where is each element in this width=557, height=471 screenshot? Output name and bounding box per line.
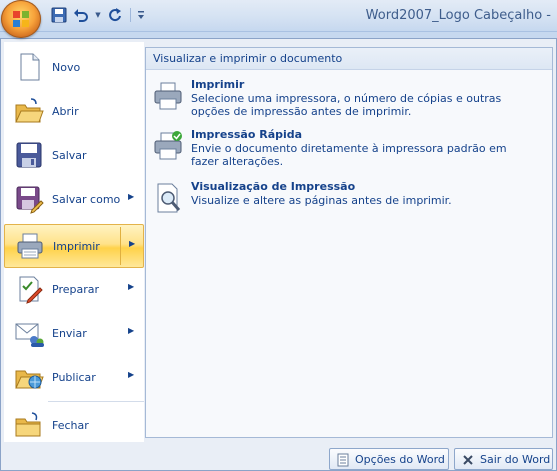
printer-icon <box>17 233 43 259</box>
menu-item-enviar[interactable]: Enviar ▶ <box>4 312 144 356</box>
office-logo-icon <box>13 11 29 27</box>
options-icon <box>337 453 349 467</box>
option-impressao-rapida[interactable]: Impressão Rápida Envie o documento diret… <box>146 128 552 172</box>
toolbar-separator <box>130 8 131 22</box>
save-icon <box>16 142 42 168</box>
menu-item-label: Salvar como <box>52 193 121 206</box>
title-bar: ▼ Word2007_Logo Cabeçalho - <box>0 0 557 32</box>
menu-separator <box>48 401 144 402</box>
word-options-label: Opções do Word <box>355 453 445 466</box>
window-title: Word2007_Logo Cabeçalho - <box>365 8 551 23</box>
menu-item-preparar[interactable]: Preparar ▶ <box>4 268 144 312</box>
send-icon <box>15 323 44 347</box>
menu-item-label: Abrir <box>52 105 79 118</box>
prepare-icon <box>19 276 43 304</box>
option-visualizacao-impressao[interactable]: Visualização de Impressão Visualize e al… <box>146 180 552 216</box>
option-description: Visualize e altere as páginas antes de i… <box>191 194 452 207</box>
submenu-arrow-icon: ▶ <box>128 326 135 335</box>
menu-item-imprimir[interactable]: Imprimir ▶ <box>4 224 144 268</box>
menu-item-label: Novo <box>52 61 81 74</box>
menu-item-novo[interactable]: Novo <box>4 46 144 90</box>
printer-icon <box>154 82 182 110</box>
undo-icon[interactable] <box>72 6 90 24</box>
open-folder-icon <box>15 98 44 123</box>
submenu-arrow-icon: ▶ <box>128 282 135 291</box>
menu-item-salvar[interactable]: Salvar <box>4 134 144 178</box>
menu-item-publicar[interactable]: Publicar ▶ <box>4 356 144 400</box>
exit-word-button[interactable]: Sair do Word <box>454 448 553 470</box>
close-icon <box>463 455 473 465</box>
quick-print-icon <box>154 131 182 160</box>
menu-item-label: Imprimir <box>53 240 100 253</box>
undo-dropdown-icon[interactable]: ▼ <box>94 6 102 24</box>
customize-icon[interactable] <box>137 6 145 24</box>
submenu-header: Visualizar e imprimir o documento <box>146 48 552 70</box>
menu-item-label: Fechar <box>52 419 89 432</box>
menu-item-salvar-como[interactable]: Salvar como ▶ <box>4 178 144 222</box>
menu-item-label: Enviar <box>52 327 87 340</box>
quick-access-toolbar: ▼ <box>50 6 145 24</box>
publish-icon <box>15 370 44 389</box>
menu-item-label: Preparar <box>52 283 99 296</box>
save-as-icon <box>16 186 44 214</box>
option-imprimir[interactable]: Imprimir Selecione uma impressora, o núm… <box>146 78 552 122</box>
print-preview-icon <box>157 183 181 213</box>
left-menu-pane: Novo Abrir Salvar Salvar como ▶ Imprimir… <box>4 42 144 442</box>
option-title: Visualização de Impressão <box>191 180 356 193</box>
option-description: Selecione uma impressora, o número de có… <box>191 92 502 118</box>
submenu-arrow-icon: ▶ <box>128 370 135 379</box>
submenu-header-text: Visualizar e imprimir o documento <box>153 52 343 65</box>
option-title: Impressão Rápida <box>191 128 303 141</box>
submenu-pane: Visualizar e imprimir o documento Imprim… <box>145 47 553 438</box>
office-menu: Novo Abrir Salvar Salvar como ▶ Imprimir… <box>0 38 557 471</box>
split-divider <box>120 227 121 265</box>
option-title: Imprimir <box>191 78 245 91</box>
exit-word-label: Sair do Word <box>480 453 551 466</box>
menu-item-label: Salvar <box>52 149 87 162</box>
option-description: Envie o documento diretamente à impresso… <box>191 142 507 168</box>
redo-icon[interactable] <box>106 6 124 24</box>
menu-item-abrir[interactable]: Abrir <box>4 90 144 134</box>
submenu-arrow-icon[interactable]: ▶ <box>129 239 135 248</box>
submenu-arrow-icon: ▶ <box>128 192 135 201</box>
word-options-button[interactable]: Opções do Word <box>329 448 449 470</box>
close-folder-icon <box>15 412 41 437</box>
menu-item-fechar[interactable]: Fechar <box>4 404 144 448</box>
new-document-icon <box>20 53 40 81</box>
save-icon[interactable] <box>50 6 68 24</box>
office-button[interactable] <box>1 0 41 38</box>
menu-item-label: Publicar <box>52 371 96 384</box>
